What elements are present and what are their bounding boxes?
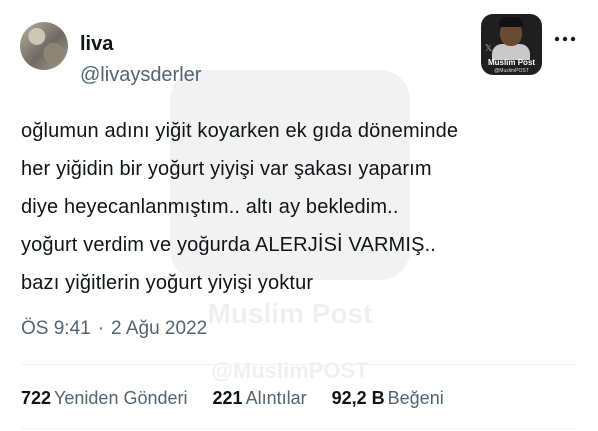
watermark-title: Muslim Post bbox=[487, 58, 536, 67]
tweet-text-line: bazı yiğitlerin yoğurt yiyişi yoktur bbox=[21, 272, 314, 294]
tweet-text-line: her yiğidin bir yoğurt yiyişi var şakası… bbox=[21, 158, 432, 180]
quotes-stat[interactable]: 221 Alıntılar bbox=[213, 387, 307, 409]
user-handle[interactable]: @livaysderler bbox=[80, 64, 201, 86]
divider bbox=[21, 364, 578, 365]
watermark-background-subtitle: @MuslimPOST bbox=[211, 358, 369, 383]
display-name[interactable]: liva bbox=[80, 33, 113, 55]
tweet-card: Muslim Post @MuslimPOST liva @livaysderl… bbox=[0, 0, 598, 431]
meta-separator: · bbox=[97, 318, 105, 339]
retweets-count: 722 bbox=[21, 388, 52, 408]
quotes-label: Alıntılar bbox=[245, 388, 307, 408]
watermark-subtitle: @MuslimPOST bbox=[494, 68, 529, 74]
likes-stat[interactable]: 92,2 B Beğeni bbox=[332, 387, 444, 409]
tweet-text-line: yoğurt verdim ve yoğurda ALERJİSİ VARMIŞ… bbox=[21, 234, 436, 256]
x-icon: 𝕏 bbox=[485, 44, 493, 54]
more-horizontal-icon[interactable] bbox=[553, 34, 577, 44]
engagement-stats: 722 Yeniden Gönderi 221 Alıntılar 92,2 B Be… bbox=[21, 387, 464, 409]
tweet-text: oğlumun adını yiğit koyarken ek gıda dön… bbox=[21, 112, 586, 302]
tweet-date: 2 Ağu 2022 bbox=[111, 318, 208, 339]
tweet-text-line: oğlumun adını yiğit koyarken ek gıda dön… bbox=[21, 120, 459, 142]
watermark-logo: 𝕏 Muslim Post @MuslimPOST bbox=[481, 14, 542, 75]
avatar[interactable] bbox=[20, 22, 68, 70]
retweets-stat[interactable]: 722 Yeniden Gönderi bbox=[21, 387, 188, 409]
tweet-time: ÖS 9:41 bbox=[21, 318, 91, 339]
retweets-label: Yeniden Gönderi bbox=[54, 388, 188, 408]
tweet-text-line: diye heyecanlanmıştım.. altı ay bekledim… bbox=[21, 196, 399, 218]
likes-label: Beğeni bbox=[387, 388, 444, 408]
watermark-figure-hair bbox=[499, 17, 523, 27]
tweet-timestamp[interactable]: ÖS 9:41 · 2 Ağu 2022 bbox=[21, 317, 207, 341]
quotes-count: 221 bbox=[212, 388, 243, 408]
divider bbox=[21, 428, 578, 429]
likes-count: 92,2 B bbox=[331, 388, 385, 408]
